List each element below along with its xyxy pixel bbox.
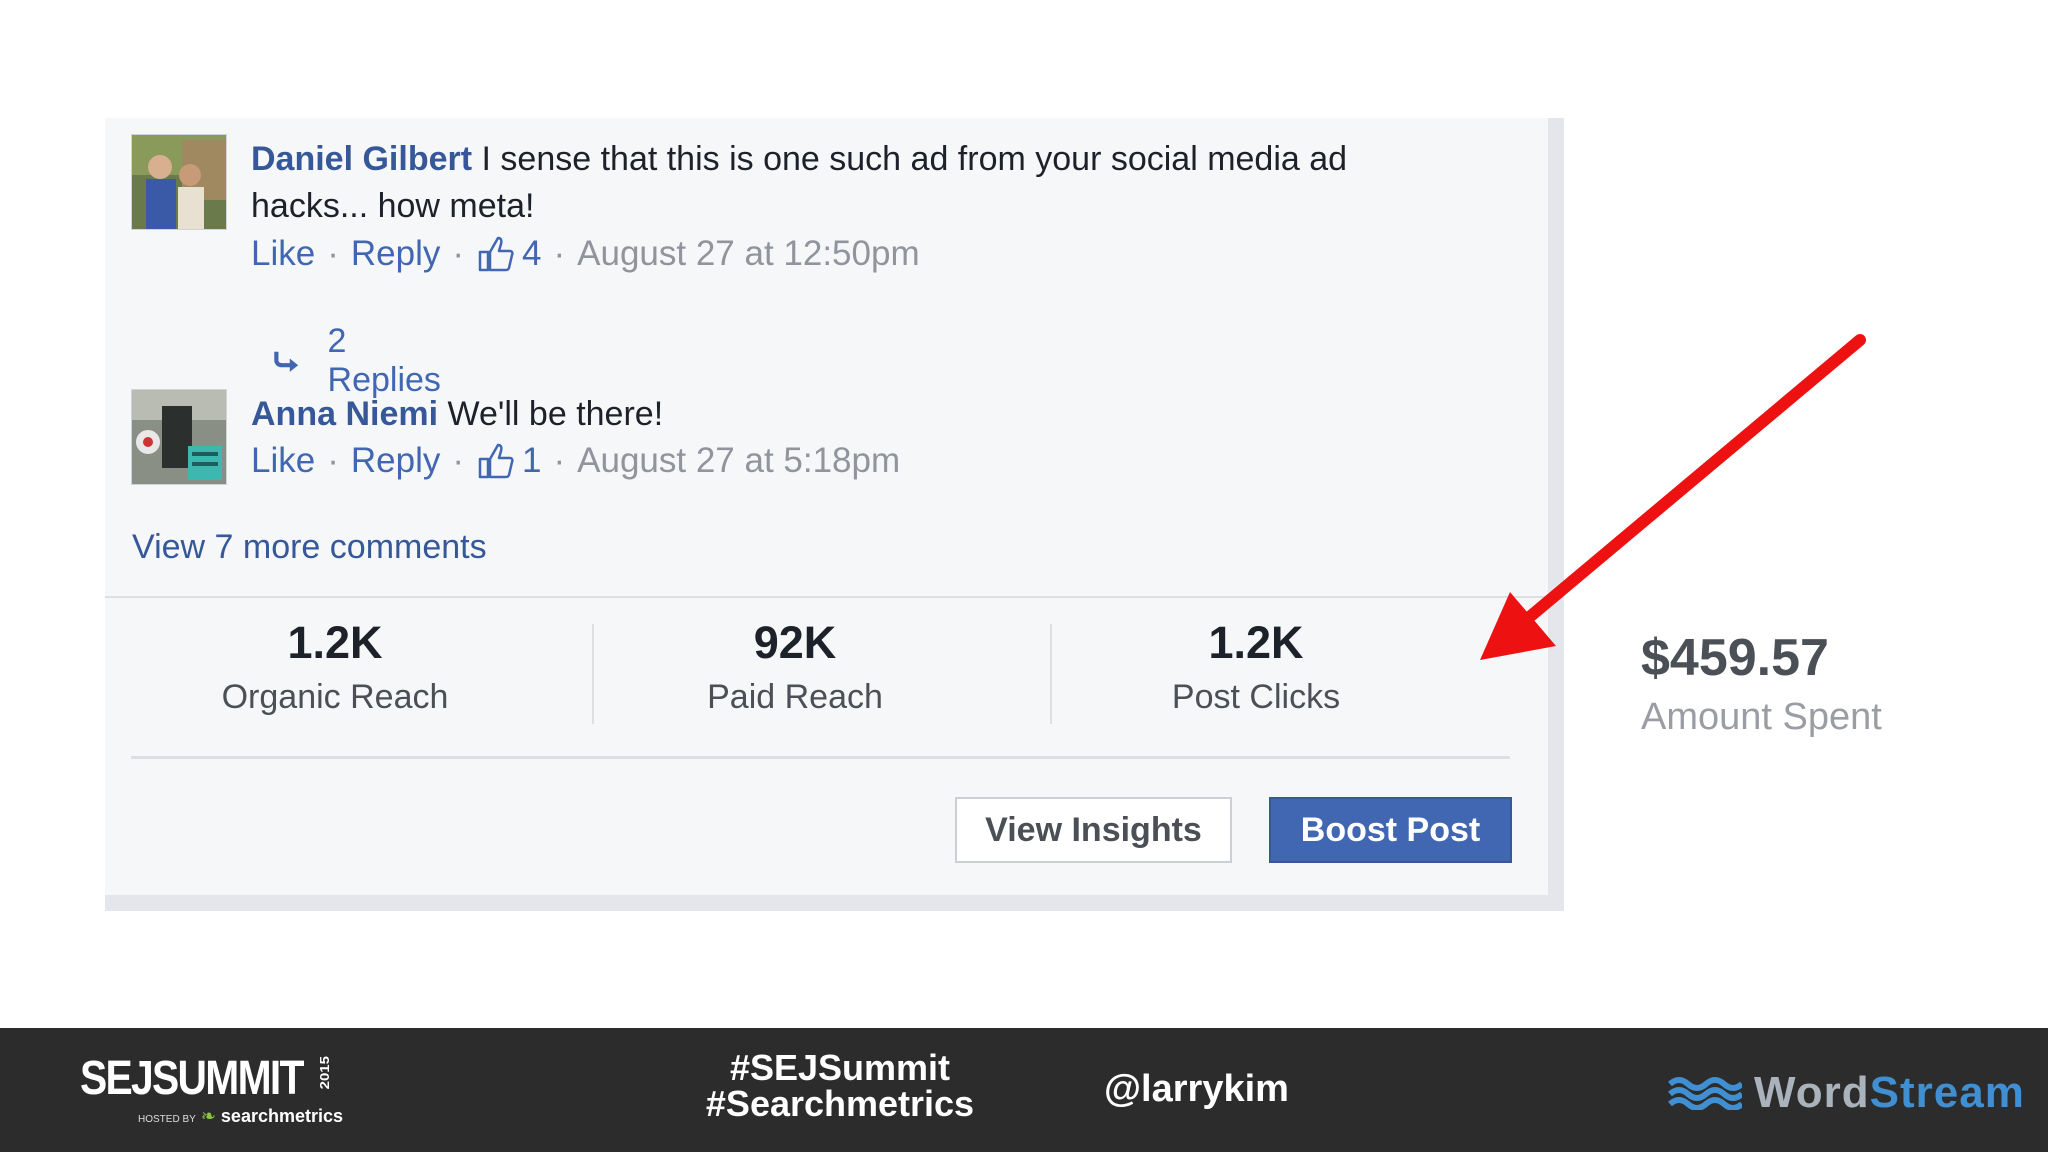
sej-logo-text: SEJSUMMIT 2015	[80, 1055, 345, 1103]
slide-footer: SEJSUMMIT 2015 HOSTED BY ❧ searchmetrics …	[0, 1028, 2048, 1152]
hashtag-searchmetrics: #Searchmetrics	[705, 1083, 975, 1124]
hosted-by-label: HOSTED BY	[138, 1114, 196, 1125]
wordstream-stream: Stream	[1869, 1068, 2025, 1117]
twitter-handle: @larrykim	[1104, 1068, 1289, 1110]
wordstream-text: WordStream	[1754, 1068, 2025, 1118]
searchmetrics-text: searchmetrics	[220, 1106, 344, 1126]
wordstream-wave-icon	[1668, 1077, 1742, 1110]
sej-summit-logo: SEJSUMMIT 2015 HOSTED BY ❧ searchmetrics	[80, 1055, 392, 1127]
hashtag-sejsummit: #SEJSummit	[729, 1047, 951, 1088]
wordstream-logo: WordStream	[1668, 1068, 2025, 1118]
leaf-icon: ❧	[200, 1106, 216, 1126]
sej-logo-year: 2015	[318, 1056, 333, 1090]
wordstream-word: Word	[1754, 1068, 1870, 1117]
red-arrow-annotation	[1480, 334, 1866, 660]
sej-logo-wordmark: SEJSUMMIT	[80, 1052, 304, 1105]
searchmetrics-logo: HOSTED BY ❧ searchmetrics	[138, 1106, 392, 1127]
hashtags: #SEJSummit #Searchmetrics	[680, 1050, 1000, 1122]
